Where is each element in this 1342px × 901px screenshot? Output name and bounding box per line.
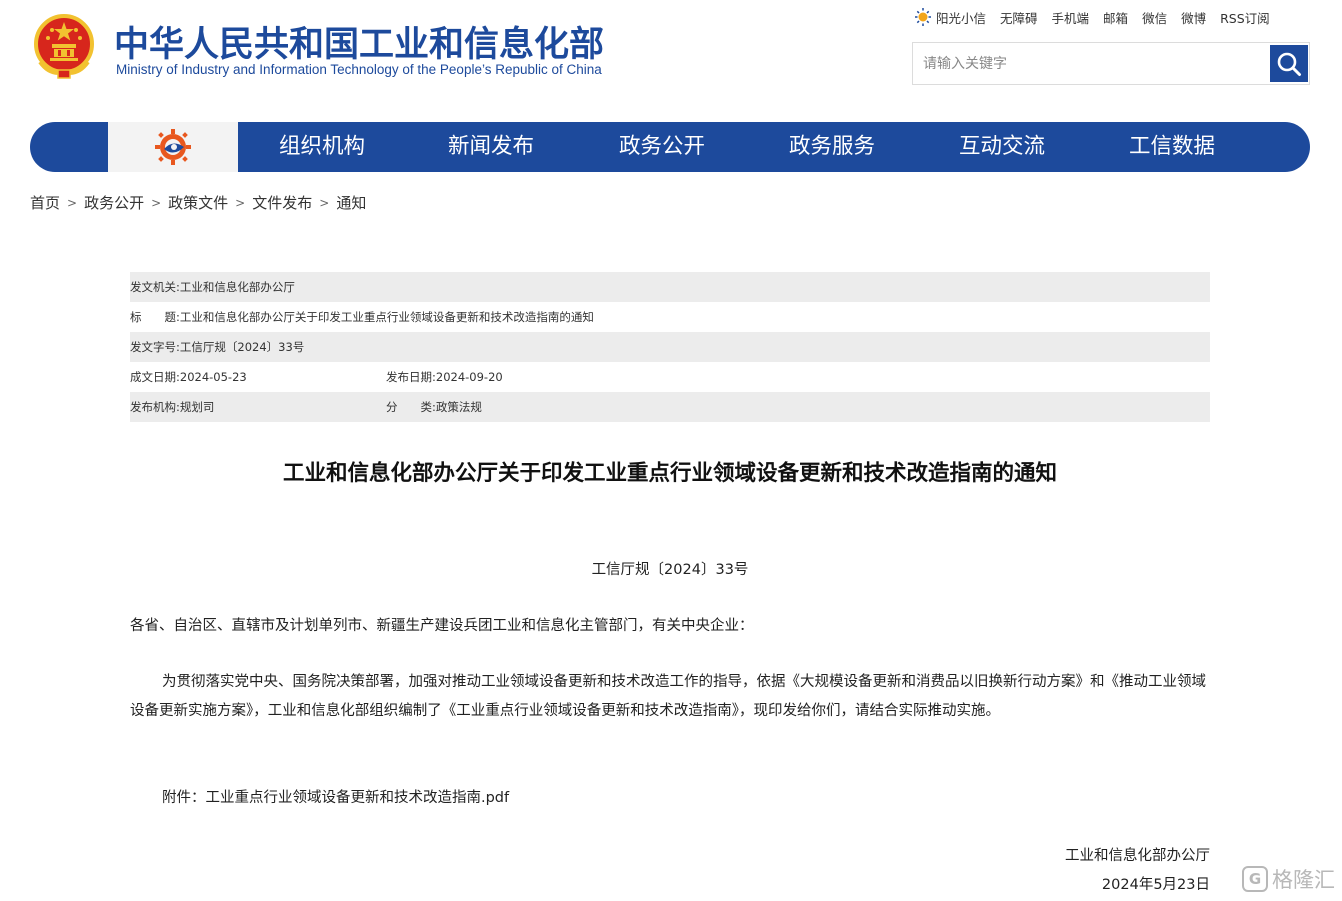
watermark-logo-icon: G (1242, 866, 1268, 892)
attachment-pdf-link[interactable]: 工业重点行业领域设备更新和技术改造指南.pdf (206, 790, 510, 806)
top-link-accessibility[interactable]: 无障碍 (1000, 8, 1038, 27)
sunshine-icon (915, 8, 931, 26)
nav-item-news[interactable]: 新闻发布 (448, 122, 534, 172)
meta-category-value: 政策法规 (435, 400, 482, 414)
nav-home-logo[interactable] (108, 122, 238, 172)
nav-item-organization[interactable]: 组织机构 (279, 122, 365, 172)
signature-org: 工业和信息化部办公厅 (1065, 848, 1210, 864)
top-link-rss[interactable]: RSS订阅 (1220, 8, 1270, 27)
breadcrumb-separator: > (67, 195, 78, 210)
article-doc-number: 工信厅规〔2024〕33号 (591, 562, 749, 578)
top-links-bar: 阳光小信 无障碍 手机端 邮箱 微信 微博 RSS订阅 (914, 6, 1270, 28)
meta-row-title: 标 题:工业和信息化部办公厅关于印发工业重点行业领域设备更新和技术改造指南的通知 (130, 302, 1210, 332)
article-signature: 工业和信息化部办公厅 2024年5月23日 (130, 842, 1210, 900)
breadcrumb-home[interactable]: 首页 (30, 192, 60, 213)
meta-title-label: 标 题: (130, 310, 180, 324)
article-addressee: 各省、自治区、直辖市及计划单列市、新疆生产建设兵团工业和信息化主管部门，有关中央… (130, 618, 754, 634)
watermark-text: 格隆汇 (1272, 868, 1335, 892)
meta-written-date-label: 成文日期: (130, 370, 180, 384)
meta-issuer-label: 发文机关: (130, 280, 180, 294)
article-title: 工业和信息化部办公厅关于印发工业重点行业领域设备更新和技术改造指南的通知 (282, 461, 1057, 486)
meta-category-label: 分 类: (386, 400, 436, 414)
meta-publisher-value: 规划司 (179, 400, 215, 414)
nav-item-government-services[interactable]: 政务服务 (789, 122, 875, 172)
breadcrumb-notice[interactable]: 通知 (336, 192, 366, 213)
breadcrumb-separator: > (319, 195, 330, 210)
search-input[interactable] (913, 43, 1269, 84)
main-navigation: 组织机构 新闻发布 政务公开 政务服务 互动交流 工信数据 (30, 122, 1310, 172)
meta-row-dates: 成文日期:2024-05-23 发布日期:2024-09-20 (130, 362, 1210, 392)
search-button[interactable] (1270, 45, 1308, 82)
top-link-wechat[interactable]: 微信 (1142, 8, 1167, 27)
meta-publish-date-value: 2024-09-20 (435, 370, 503, 384)
meta-row-publisher: 发布机构:规划司 分 类:政策法规 (130, 392, 1210, 422)
top-link-sunshine[interactable]: 阳光小信 (936, 8, 986, 27)
meta-issuer-value: 工业和信息化部办公厅 (179, 280, 295, 294)
watermark: G 格隆汇 (1242, 864, 1335, 894)
breadcrumb-separator: > (151, 195, 162, 210)
meta-row-doc-number: 发文字号:工信厅规〔2024〕33号 (130, 332, 1210, 362)
top-link-weibo[interactable]: 微博 (1181, 8, 1206, 27)
meta-written-date-value: 2024-05-23 (179, 370, 247, 384)
meta-row-issuer: 发文机关:工业和信息化部办公厅 (130, 272, 1210, 302)
signature-date: 2024年5月23日 (1101, 877, 1210, 893)
article-body-paragraph: 为贯彻落实党中央、国务院决策部署，加强对推动工业领域设备更新和技术改造工作的指导… (130, 674, 1206, 719)
meta-doc-number-label: 发文字号: (130, 340, 180, 354)
meta-publish-date-label: 发布日期: (386, 370, 436, 384)
breadcrumb: 首页 > 政务公开 > 政策文件 > 文件发布 > 通知 (30, 192, 366, 213)
search-icon (1277, 52, 1301, 76)
site-title-chinese[interactable]: 中华人民共和国工业和信息化部 (114, 16, 604, 67)
article-attachment: 附件：工业重点行业领域设备更新和技术改造指南.pdf (130, 784, 1210, 813)
breadcrumb-policy-documents[interactable]: 政策文件 (168, 192, 228, 213)
national-emblem-logo[interactable] (30, 12, 98, 80)
meta-doc-number-value: 工信厅规〔2024〕33号 (179, 340, 305, 354)
top-link-mailbox[interactable]: 邮箱 (1103, 8, 1128, 27)
breadcrumb-document-release[interactable]: 文件发布 (252, 192, 312, 213)
site-title-english[interactable]: Ministry of Industry and Information Tec… (116, 62, 602, 77)
breadcrumb-separator: > (235, 195, 246, 210)
nav-item-government-affairs[interactable]: 政务公开 (619, 122, 705, 172)
nav-item-interaction[interactable]: 互动交流 (959, 122, 1045, 172)
document-meta-table: 发文机关:工业和信息化部办公厅 标 题:工业和信息化部办公厅关于印发工业重点行业… (130, 272, 1210, 422)
attachment-label: 附件： (162, 790, 206, 806)
meta-publisher-label: 发布机构: (130, 400, 180, 414)
nav-item-data[interactable]: 工信数据 (1129, 122, 1215, 172)
meta-title-value: 工业和信息化部办公厅关于印发工业重点行业领域设备更新和技术改造指南的通知 (179, 310, 594, 324)
ministry-logo-icon (155, 129, 191, 165)
breadcrumb-government-affairs[interactable]: 政务公开 (84, 192, 144, 213)
search-box (912, 42, 1310, 85)
top-link-mobile[interactable]: 手机端 (1052, 8, 1090, 27)
